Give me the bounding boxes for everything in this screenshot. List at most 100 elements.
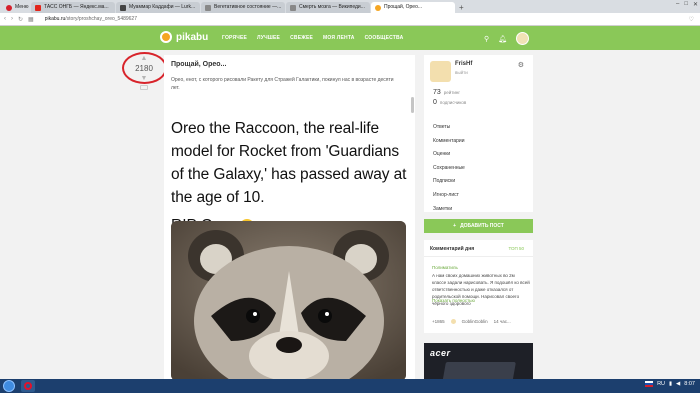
subscribers-stat: 0 подписчиков <box>433 99 466 106</box>
comment-meta: +1865 GoblinGoblin 14 час... <box>432 319 511 324</box>
new-tab-icon[interactable]: + <box>459 2 464 13</box>
add-post-label: ДОБАВИТЬ ПОСТ <box>460 223 504 229</box>
red-highlight-circle <box>122 52 167 84</box>
lurk-icon <box>120 4 126 11</box>
nav-communities[interactable]: СООБЩЕСТВА <box>365 35 404 41</box>
opera-taskbar-icon[interactable] <box>21 380 35 392</box>
comment-author[interactable]: Полиматиль <box>432 265 458 270</box>
start-button-icon[interactable] <box>3 380 15 392</box>
add-post-button[interactable]: + ДОБАВИТЬ ПОСТ <box>424 219 533 233</box>
comment-of-day: Комментарий дня ТОП 50 Полиматиль А нам … <box>424 240 533 333</box>
opera-icon <box>24 382 32 390</box>
browser-tab-active[interactable]: Прощай, Орео... <box>371 2 455 13</box>
subscribers-stat-value: 0 <box>433 99 437 106</box>
tab-label: Муаммар Каддафи — Lurk... <box>129 4 196 10</box>
browser-tab[interactable]: ТАСС ОНГБ — Яндекс.ма... <box>31 2 115 13</box>
language-indicator[interactable]: RU <box>657 381 665 387</box>
post-card: Прощай, Орео... Орео, енот, с которого р… <box>164 55 415 379</box>
bell-icon[interactable]: 🔔︎ <box>498 35 507 43</box>
profile-avatar[interactable] <box>430 61 451 82</box>
url-domain: pikabu.ru <box>44 16 66 22</box>
tab-label: Вегетативное состояние —... <box>214 4 282 10</box>
rating-stat-label: рейтинг <box>443 90 461 95</box>
forward-icon[interactable]: › <box>11 16 13 22</box>
post-headline: Oreo the Raccoon, the real-life model fo… <box>171 120 407 206</box>
opera-icon <box>6 4 12 11</box>
tab-label: Прощай, Орео... <box>384 4 423 10</box>
browser-tab[interactable]: Муаммар Каддафи — Lurk... <box>116 2 200 13</box>
show-more-link[interactable]: Показать полностью <box>432 298 475 303</box>
comment-of-day-title: Комментарий дня <box>430 246 475 252</box>
browser-tab[interactable]: Смерть мозга — Википеди... <box>286 2 370 13</box>
top-50-link[interactable]: ТОП 50 <box>508 246 524 251</box>
rating-stat: 73 рейтинг <box>433 89 460 96</box>
nav-fresh[interactable]: СВЕЖЕЕ <box>290 35 313 41</box>
ad-brand: acer <box>430 348 451 358</box>
volume-icon[interactable]: ◀ <box>676 381 680 387</box>
tab-label: Смерть мозга — Википеди... <box>299 4 365 10</box>
wikipedia-icon <box>205 4 211 11</box>
divider <box>424 256 533 257</box>
profile-card: FrisHf выйти ⚙ 73 рейтинг 0 подписчиков От… <box>424 55 533 212</box>
window-controls: – □ ✕ <box>676 1 698 8</box>
nav-my-feed[interactable]: МОЯ ЛЕНТА <box>323 35 355 41</box>
subscribers-stat-label: подписчиков <box>439 100 467 105</box>
comment-user[interactable]: GoblinGoblin <box>462 319 488 324</box>
top-nav: ГОРЯЧЕЕ ЛУЧШЕЕ СВЕЖЕЕ МОЯ ЛЕНТА СООБЩЕСТ… <box>222 26 403 50</box>
logout-link[interactable]: выйти <box>455 70 468 75</box>
avatar[interactable] <box>516 32 530 45</box>
menu-item-ratings[interactable]: Оценки <box>433 148 465 162</box>
profile-name[interactable]: FrisHf <box>455 61 472 67</box>
header-icons: ⚲ 🔔︎ <box>484 32 530 45</box>
post-title[interactable]: Прощай, Орео... <box>164 55 415 68</box>
tab-label: ТАСС ОНГБ — Яндекс.ма... <box>44 4 109 10</box>
menu-item-answers[interactable]: Ответы <box>433 121 465 135</box>
comment-score: +1865 <box>432 319 445 324</box>
post-description: Орео, енот, с которого рисовали Ракету д… <box>171 77 394 91</box>
nav-hot[interactable]: ГОРЯЧЕЕ <box>222 35 247 41</box>
tab-label: Меню <box>15 4 29 10</box>
network-icon[interactable]: ▮ <box>669 381 672 387</box>
url-field[interactable]: pikabu.ru/story/proshchay_oreo_5489627 <box>45 16 137 22</box>
clock[interactable]: 8:07 <box>684 381 695 387</box>
browser-tab-strip: Меню ТАСС ОНГБ — Яндекс.ма... Муаммар Ка… <box>0 0 700 13</box>
url-path: /story/proshchay_oreo_5489627 <box>65 16 137 22</box>
system-tray: RU ▮ ◀ 8:07 <box>645 381 695 387</box>
close-icon[interactable]: ✕ <box>693 1 698 8</box>
profile-menu: Ответы Комментарии Оценки Сохраненные По… <box>433 121 465 216</box>
site-logo[interactable]: pikabu <box>160 31 208 43</box>
gear-icon[interactable]: ⚙ <box>518 61 524 69</box>
maximize-icon[interactable]: □ <box>684 1 688 8</box>
save-icon[interactable] <box>140 85 148 90</box>
menu-item-subscriptions[interactable]: Подписки <box>433 175 465 189</box>
rating-stat-value: 73 <box>433 89 441 96</box>
raccoon-illustration <box>171 221 406 379</box>
browser-menu-tab[interactable]: Меню <box>2 2 30 13</box>
comment-time: 14 час... <box>493 319 511 324</box>
windows-taskbar: RU ▮ ◀ 8:07 <box>0 379 700 393</box>
back-icon[interactable]: ‹ <box>4 16 6 22</box>
heart-icon[interactable]: ♡ <box>689 16 694 23</box>
plus-icon: + <box>453 223 457 229</box>
raccoon-photo <box>171 221 406 379</box>
wikipedia-icon <box>290 4 296 11</box>
logo-text: pikabu <box>176 31 209 43</box>
russian-flag-icon <box>645 381 654 387</box>
reload-icon[interactable]: ↻ <box>18 16 23 23</box>
search-icon[interactable]: ⚲ <box>484 35 489 43</box>
pikabu-logo-icon <box>160 31 172 43</box>
menu-item-notes[interactable]: Заметки <box>433 203 465 217</box>
post-scrollbar[interactable] <box>411 97 414 113</box>
grid-icon[interactable]: ▦ <box>28 16 34 23</box>
user-avatar <box>450 319 456 324</box>
menu-item-saved[interactable]: Сохраненные <box>433 162 465 176</box>
site-header: pikabu ГОРЯЧЕЕ ЛУЧШЕЕ СВЕЖЕЕ МОЯ ЛЕНТА С… <box>0 26 700 50</box>
menu-item-ignore-list[interactable]: Игнор-лист <box>433 189 465 203</box>
menu-item-comments[interactable]: Комментарии <box>433 135 465 149</box>
yandex-icon <box>35 4 41 11</box>
right-sidebar: FrisHf выйти ⚙ 73 рейтинг 0 подписчиков От… <box>424 55 533 391</box>
browser-tab[interactable]: Вегетативное состояние —... <box>201 2 285 13</box>
minimize-icon[interactable]: – <box>676 1 679 8</box>
nav-best[interactable]: ЛУЧШЕЕ <box>257 35 280 41</box>
pikabu-favicon-icon <box>375 4 381 11</box>
